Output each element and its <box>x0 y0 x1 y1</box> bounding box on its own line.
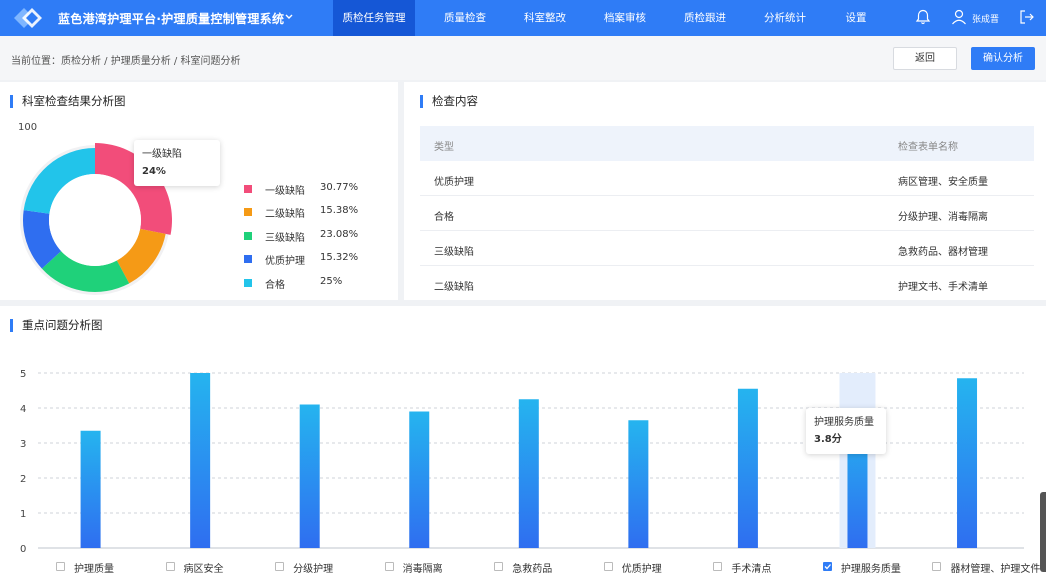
table-row[interactable]: 优质护理 病区管理、安全质量 <box>420 161 1034 196</box>
table-row[interactable]: 二级缺陷 护理文书、手术清单 <box>420 266 1034 301</box>
bell-icon[interactable] <box>914 8 932 26</box>
column-header-forms: 检查表单名称 <box>898 142 958 153</box>
legend-label: 一级缺陷 <box>265 186 305 197</box>
breadcrumb: 当前位置：质检分析 / 护理质量分析 / 科室问题分析 <box>11 56 241 67</box>
checkbox[interactable] <box>713 562 723 571</box>
table-panel-title: 检查内容 <box>420 95 478 108</box>
legend-label: 三级缺陷 <box>265 233 305 244</box>
bar-tooltip-value: 3.8分 <box>814 434 842 445</box>
x-tick-label: 手术清点 <box>731 564 772 575</box>
donut-tooltip-value: 24% <box>142 166 166 177</box>
cell-forms: 病区管理、安全质量 <box>898 177 988 188</box>
legend-swatch <box>244 255 252 263</box>
checkbox[interactable] <box>603 562 613 571</box>
legend-swatch <box>244 279 252 287</box>
bar <box>628 420 649 548</box>
legend-label: 二级缺陷 <box>265 209 305 220</box>
donut-chart <box>20 143 173 295</box>
x-tick-label: 器材管理、护理文件 <box>950 564 1041 575</box>
cell-type: 优质护理 <box>434 177 474 188</box>
cell-forms: 分级护理、消毒隔离 <box>898 212 988 223</box>
donut-tooltip-name: 一级缺陷 <box>142 149 182 160</box>
user-icon[interactable] <box>950 8 968 26</box>
checkbox[interactable] <box>275 562 285 571</box>
legend-value: 30.77% <box>320 182 359 193</box>
table-row[interactable]: 合格 分级护理、消毒隔离 <box>420 196 1034 231</box>
legend-value: 23.08% <box>320 229 359 240</box>
bar <box>80 430 101 548</box>
bar <box>409 411 430 548</box>
nav-quality-followup[interactable]: 质检跟进 <box>670 0 740 36</box>
y-tick-label: 3 <box>20 439 26 450</box>
back-button[interactable]: 返回 <box>893 47 957 70</box>
y-tick-label: 5 <box>20 369 26 380</box>
top-header: 蓝色港湾护理平台·护理质量控制管理系统 质检任务管理 质量检查 科室整改 档案审… <box>0 0 1046 36</box>
checkbox[interactable] <box>494 562 504 571</box>
confirm-analysis-button[interactable]: 确认分析 <box>971 47 1035 70</box>
legend-swatch <box>244 232 252 240</box>
nav-settings[interactable]: 设置 <box>830 0 882 36</box>
bar-tooltip: 护理服务质量 3.8分 <box>806 408 886 454</box>
checkbox[interactable] <box>165 562 175 571</box>
column-header-type: 类型 <box>434 142 454 153</box>
x-tick-label: 病区安全 <box>183 564 224 575</box>
checkbox[interactable] <box>384 562 394 571</box>
bar <box>518 399 539 548</box>
checkbox[interactable] <box>56 562 65 571</box>
checkbox[interactable] <box>822 562 832 571</box>
table-header: 类型 检查表单名称 <box>420 126 1034 161</box>
legend-swatch <box>244 208 252 216</box>
nav-dept-rectify[interactable]: 科室整改 <box>510 0 580 36</box>
cell-type: 合格 <box>434 212 454 223</box>
cell-forms: 急救药品、器材管理 <box>898 247 988 258</box>
donut-tooltip: 一级缺陷 24% <box>134 140 220 186</box>
bar <box>957 378 978 548</box>
breadcrumb-bar: 当前位置：质检分析 / 护理质量分析 / 科室问题分析 返回 确认分析 <box>0 36 1046 80</box>
nav-archive-review[interactable]: 档案审核 <box>590 0 660 36</box>
cell-forms: 护理文书、手术清单 <box>898 282 988 293</box>
app-title: 蓝色港湾护理平台·护理质量控制管理系统 <box>58 12 285 26</box>
bar-tooltip-name: 护理服务质量 <box>814 417 874 428</box>
checkbox[interactable] <box>932 562 942 571</box>
cell-type: 三级缺陷 <box>434 247 474 258</box>
bar <box>190 373 211 548</box>
nav-analysis-stats[interactable]: 分析统计 <box>750 0 820 36</box>
nav-quality-check[interactable]: 质量检查 <box>430 0 500 36</box>
x-tick-label: 优质护理 <box>621 564 662 575</box>
cell-type: 二级缺陷 <box>434 282 474 293</box>
nav-quality-task[interactable]: 质检任务管理 <box>333 0 415 36</box>
bar-chart: 0 1 2 3 4 5 <box>20 369 1024 555</box>
logout-icon[interactable] <box>1018 8 1036 26</box>
y-tick-label: 0 <box>20 544 26 555</box>
x-tick-label: 护理服务质量 <box>840 564 901 575</box>
legend-label: 合格 <box>265 280 285 291</box>
x-tick-label: 护理质量 <box>74 564 114 575</box>
x-tick-label: 急救药品 <box>512 564 553 575</box>
chevron-down-icon[interactable] <box>284 8 294 29</box>
y-tick-label: 2 <box>20 474 26 485</box>
legend-value: 25% <box>320 276 343 287</box>
legend-value: 15.32% <box>320 252 359 263</box>
y-tick-label: 1 <box>20 509 26 520</box>
y-tick-label: 4 <box>20 404 26 415</box>
logo-icon[interactable] <box>10 5 46 31</box>
donut-hole <box>49 174 141 266</box>
x-tick-label: 消毒隔离 <box>402 564 443 575</box>
x-tick-label: 分级护理 <box>293 564 334 575</box>
legend-label: 优质护理 <box>265 256 305 267</box>
user-name[interactable]: 张成晋 <box>972 12 999 25</box>
bar <box>737 388 758 548</box>
table-row[interactable]: 三级缺陷 急救药品、器材管理 <box>420 231 1034 266</box>
scrollbar-handle[interactable] <box>1040 492 1046 572</box>
legend-swatch <box>244 185 252 193</box>
bar <box>299 404 320 548</box>
legend-value: 15.38% <box>320 205 359 216</box>
